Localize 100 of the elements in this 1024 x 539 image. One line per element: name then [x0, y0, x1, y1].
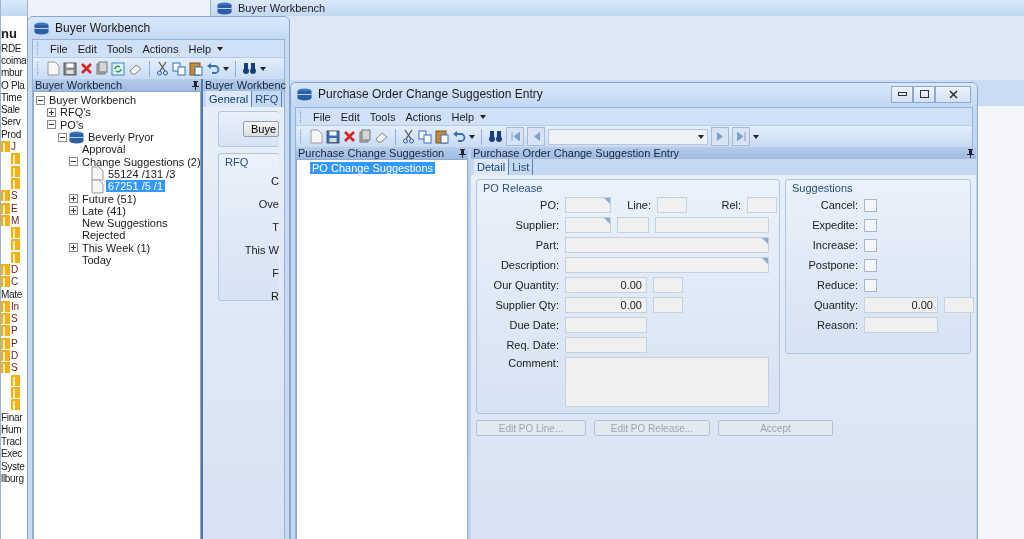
menu-entry[interactable]: D: [11, 264, 18, 275]
tree-item[interactable]: Beverly Pryor: [86, 131, 157, 144]
req-date-field[interactable]: [565, 337, 647, 353]
scissors-icon[interactable]: [156, 61, 169, 76]
menu-entry[interactable]: C: [11, 276, 18, 288]
reason-field[interactable]: [864, 317, 938, 333]
unit-field[interactable]: [944, 297, 974, 313]
document-icon[interactable]: [91, 166, 104, 182]
binoculars-icon[interactable]: [488, 130, 503, 143]
supplier-name-field[interactable]: [655, 217, 769, 233]
supplier-qty-field[interactable]: 0.00: [565, 297, 647, 313]
expand-icon[interactable]: [47, 107, 56, 117]
menu-entry[interactable]: J: [11, 141, 16, 152]
eraser-icon[interactable]: [374, 130, 389, 143]
next-record-button[interactable]: [711, 127, 729, 146]
menu-entry[interactable]: D: [11, 350, 18, 362]
copy-record-icon[interactable]: [96, 61, 108, 76]
paste-icon[interactable]: [435, 129, 449, 144]
undo-icon[interactable]: [452, 130, 466, 143]
tree-item[interactable]: Future (51): [80, 192, 139, 205]
tree-item[interactable]: PO's: [58, 118, 86, 131]
menu-entry[interactable]: Sale: [1, 104, 20, 116]
menu-item[interactable]: Edit: [73, 41, 101, 56]
menu-entry[interactable]: E: [11, 202, 18, 214]
menu-entry[interactable]: M: [11, 214, 20, 226]
line-field[interactable]: [657, 197, 687, 213]
checkbox[interactable]: [864, 218, 877, 232]
close-button[interactable]: [935, 85, 971, 103]
save-icon[interactable]: [63, 61, 77, 76]
menu-entry[interactable]: Serv: [1, 116, 21, 128]
copy-record-icon[interactable]: [359, 129, 371, 144]
tree-item[interactable]: This Week (1): [80, 241, 153, 254]
expand-icon[interactable]: [69, 206, 78, 216]
pin-icon[interactable]: [459, 148, 466, 158]
menu-item[interactable]: Edit: [336, 109, 364, 124]
our-quantity-field[interactable]: 0.00: [565, 277, 647, 293]
delete-icon[interactable]: [343, 130, 356, 143]
pin-icon[interactable]: [967, 148, 974, 158]
menu-entry[interactable]: Prod: [1, 128, 21, 140]
menu-entry[interactable]: coima: [1, 54, 27, 66]
menu-entry[interactable]: P: [11, 337, 18, 349]
caret-icon[interactable]: [260, 66, 266, 71]
collapse-icon[interactable]: [47, 120, 56, 130]
tree-item[interactable]: New Suggestions: [80, 217, 170, 230]
menu-entry[interactable]: Hum: [1, 423, 22, 435]
caret-icon[interactable]: [469, 134, 475, 139]
eraser-icon[interactable]: [128, 62, 143, 75]
unit-field[interactable]: [653, 297, 683, 313]
menu-item[interactable]: Help: [447, 109, 479, 124]
menu-entry[interactable]: Time: [1, 91, 22, 103]
copy-icon[interactable]: [418, 129, 432, 144]
undo-icon[interactable]: [206, 62, 220, 75]
minimize-button[interactable]: [891, 85, 913, 103]
save-icon[interactable]: [326, 129, 340, 144]
tree-item[interactable]: 55124 /131 /3: [106, 167, 178, 180]
menu-entry[interactable]: Syste: [1, 460, 25, 472]
checkbox[interactable]: [864, 198, 877, 212]
menu-entry[interactable]: llburg: [1, 473, 24, 485]
tab[interactable]: Detail: [474, 159, 510, 175]
caret-icon[interactable]: [217, 46, 224, 51]
release-field[interactable]: [747, 197, 777, 213]
tree-item[interactable]: Change Suggestions (2): [80, 155, 200, 168]
tab[interactable]: General: [206, 91, 253, 107]
menu-item[interactable]: Actions: [401, 109, 446, 124]
maximize-button[interactable]: [913, 85, 935, 103]
collapse-icon[interactable]: [58, 132, 67, 142]
part-field[interactable]: [565, 237, 769, 253]
menu-entry[interactable]: Exec: [1, 448, 23, 460]
buyer-button[interactable]: Buye: [242, 121, 279, 137]
checkbox[interactable]: [864, 278, 877, 292]
tree-item[interactable]: Today: [80, 254, 114, 266]
delete-icon[interactable]: [80, 62, 93, 75]
menu-entry[interactable]: S: [11, 190, 18, 202]
tree-item[interactable]: RFQ's: [58, 106, 93, 119]
caret-icon[interactable]: [753, 134, 759, 139]
caret-icon[interactable]: [223, 66, 229, 71]
unit-field[interactable]: [653, 277, 683, 293]
po-field[interactable]: [565, 197, 611, 213]
expand-icon[interactable]: [69, 243, 78, 253]
menu-item[interactable]: Actions: [138, 41, 183, 56]
due-date-field[interactable]: [565, 317, 647, 333]
refresh-icon[interactable]: [111, 61, 125, 76]
menu-entry[interactable]: O Pla: [1, 79, 25, 91]
tree-item[interactable]: Buyer Workbench: [47, 94, 139, 107]
menu-entry[interactable]: In: [11, 300, 19, 312]
menu-entry[interactable]: Tracl: [1, 436, 22, 448]
caret-icon[interactable]: [480, 114, 487, 119]
collapse-icon[interactable]: [36, 95, 45, 105]
menu-item[interactable]: Tools: [102, 41, 137, 56]
document-icon[interactable]: [91, 178, 104, 194]
menu-item[interactable]: Help: [184, 41, 216, 56]
supplier-code-field[interactable]: [617, 217, 649, 233]
menu-item[interactable]: File: [309, 109, 335, 124]
menu-entry[interactable]: P: [11, 325, 18, 337]
previous-record-button[interactable]: [527, 127, 545, 146]
menu-entry[interactable]: Mate: [1, 288, 23, 300]
pin-icon[interactable]: [192, 80, 199, 90]
menu-entry[interactable]: S: [11, 313, 18, 325]
menu-entry[interactable]: mbur: [1, 67, 23, 79]
supplier-field[interactable]: [565, 217, 611, 233]
